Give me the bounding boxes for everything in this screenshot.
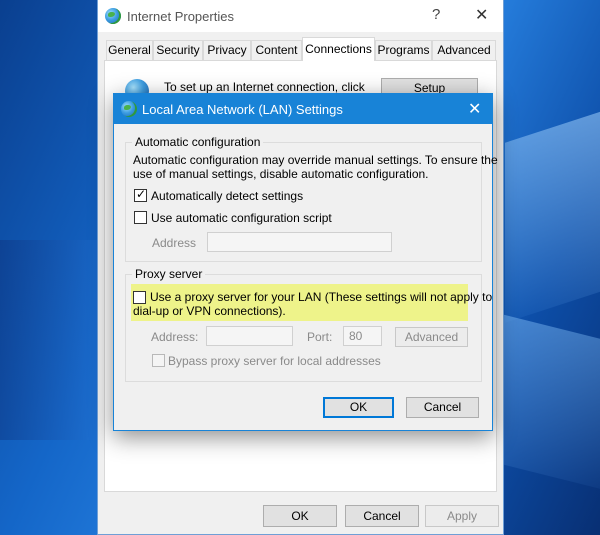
lan-settings-dialog: Local Area Network (LAN) Settings ✕ Auto…: [113, 93, 498, 431]
title-bar[interactable]: Internet Properties ? ✕: [98, 0, 503, 32]
proxy-advanced-button[interactable]: Advanced: [395, 327, 468, 347]
auto-config-description-line1: Automatic configuration may override man…: [133, 153, 498, 167]
tab-privacy[interactable]: Privacy: [203, 40, 251, 60]
tab-connections[interactable]: Connections: [302, 37, 375, 61]
proxy-server-legend: Proxy server: [132, 267, 206, 281]
tab-general[interactable]: General: [106, 40, 153, 60]
script-address-field[interactable]: [207, 232, 392, 252]
lan-close-button[interactable]: ✕: [468, 99, 481, 119]
tab-security[interactable]: Security: [153, 40, 203, 60]
automatic-configuration-legend: Automatic configuration: [132, 135, 264, 149]
lan-dialog-title: Local Area Network (LAN) Settings: [142, 102, 343, 117]
close-button[interactable]: ✕: [475, 5, 488, 25]
proxy-option-highlight: [131, 284, 468, 321]
lan-cancel-button[interactable]: Cancel: [406, 397, 479, 418]
ok-button[interactable]: OK: [263, 505, 337, 527]
tab-content[interactable]: Content: [251, 40, 302, 60]
tab-programs[interactable]: Programs: [375, 40, 432, 60]
help-button[interactable]: ?: [432, 6, 440, 23]
checkmark-icon: ✓: [136, 187, 147, 201]
lan-title-bar[interactable]: Local Area Network (LAN) Settings ✕: [114, 94, 492, 124]
internet-options-icon: [105, 8, 121, 24]
tab-advanced[interactable]: Advanced: [432, 40, 496, 60]
auto-config-description-line2: use of manual settings, disable automati…: [133, 167, 429, 181]
auto-config-script-checkbox[interactable]: [134, 211, 147, 224]
window-title: Internet Properties: [127, 9, 234, 24]
auto-detect-checkbox[interactable]: ✓: [134, 187, 147, 202]
use-proxy-checkbox[interactable]: [133, 291, 146, 304]
connection-setup-text: To set up an Internet connection, click: [164, 80, 365, 94]
cancel-button[interactable]: Cancel: [345, 505, 419, 527]
auto-detect-label[interactable]: Automatically detect settings: [151, 189, 303, 203]
lan-settings-icon: [121, 101, 137, 117]
apply-button[interactable]: Apply: [425, 505, 499, 527]
lan-ok-button[interactable]: OK: [323, 397, 394, 418]
script-address-label: Address: [152, 236, 197, 250]
auto-config-script-label[interactable]: Use automatic configuration script: [151, 211, 332, 225]
